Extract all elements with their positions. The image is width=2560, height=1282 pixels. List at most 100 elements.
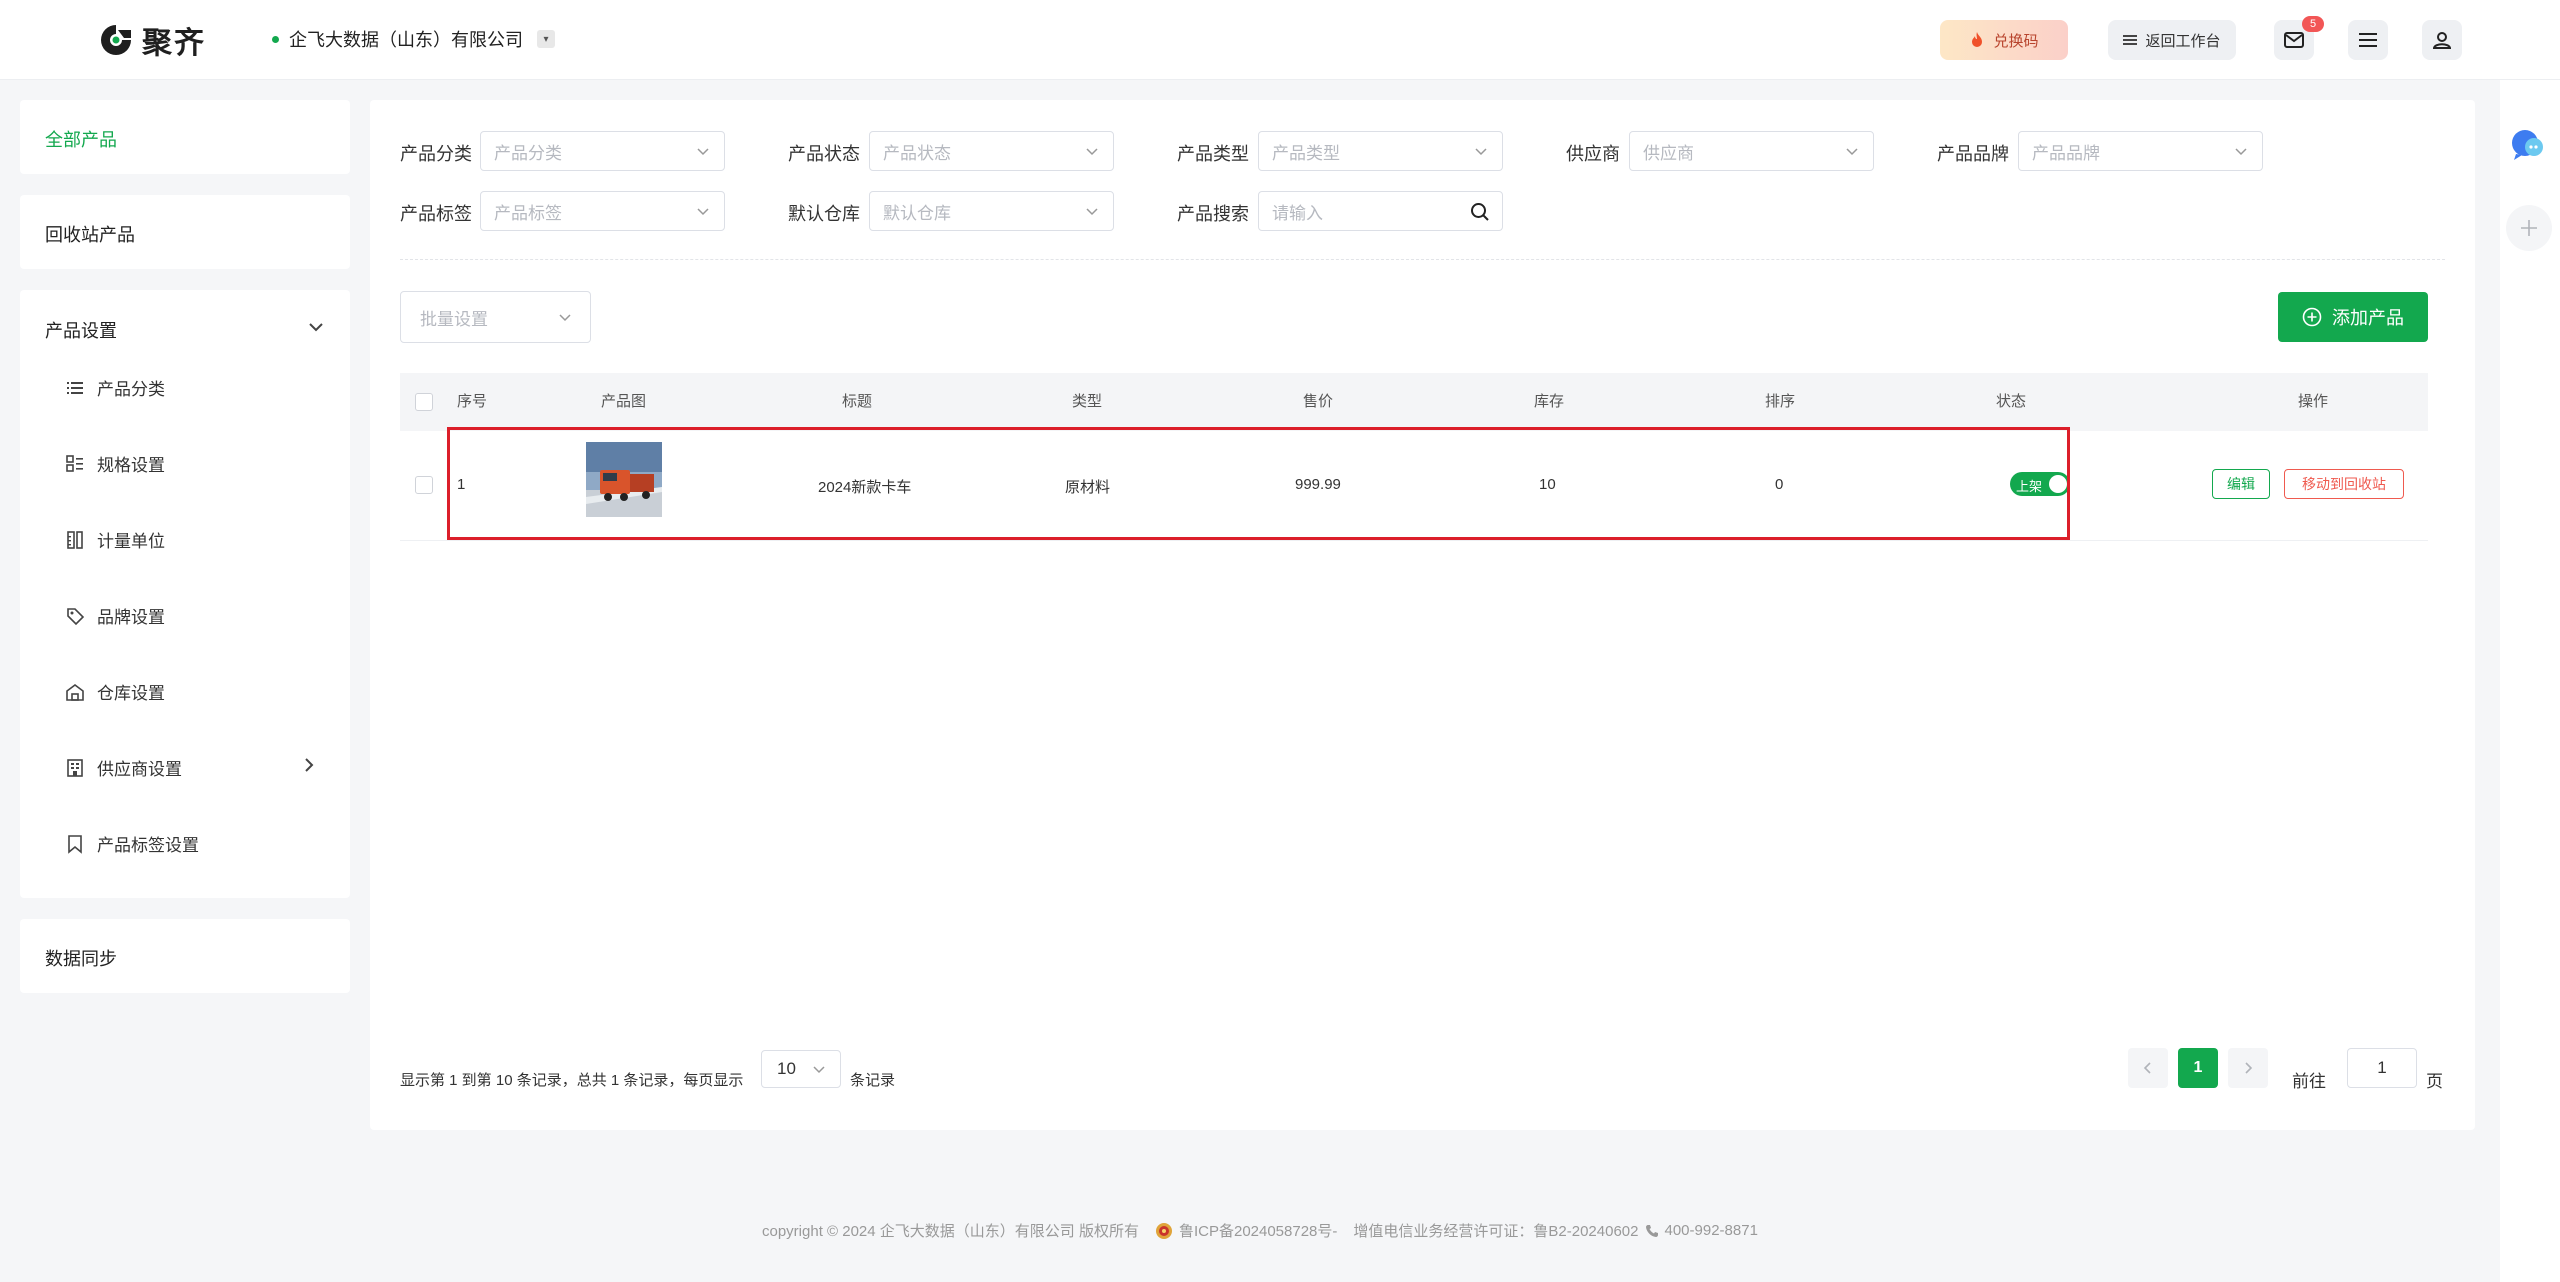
- batch-settings-select[interactable]: 批量设置: [400, 291, 591, 343]
- prev-page-button[interactable]: [2128, 1048, 2168, 1088]
- supplier-select[interactable]: 供应商: [1629, 131, 1874, 171]
- search-placeholder: 请输入: [1272, 203, 1323, 223]
- col-image: 产品图: [601, 393, 647, 410]
- chevron-right-icon[interactable]: [303, 757, 315, 773]
- filter-category-label: 产品分类: [400, 144, 472, 164]
- chevron-down-icon: [813, 1066, 825, 1074]
- sidebar-item-brand[interactable]: 品牌设置: [65, 603, 165, 628]
- brand-select[interactable]: 产品品牌: [2018, 131, 2263, 171]
- sidebar-item-label: 产品分类: [97, 380, 165, 399]
- status-select[interactable]: 产品状态: [869, 131, 1114, 171]
- tag-select[interactable]: 产品标签: [480, 191, 725, 231]
- plus-circle-icon: [2302, 307, 2322, 327]
- redeem-label: 兑换码: [1993, 32, 2039, 50]
- recycle-button-label: 移动到回收站: [2302, 476, 2386, 492]
- list-icon: [67, 381, 83, 394]
- category-select[interactable]: 产品分类: [480, 131, 725, 171]
- logo[interactable]: 聚齐: [98, 18, 206, 62]
- page-size-value: 10: [777, 1059, 796, 1078]
- type-select[interactable]: 产品类型: [1258, 131, 1503, 171]
- chevron-down-icon: [1086, 148, 1098, 156]
- search-icon[interactable]: [1470, 202, 1490, 222]
- current-page-number: 1: [2193, 1059, 2203, 1076]
- filter-tag-label: 产品标签: [400, 204, 472, 224]
- sidebar-item-label: 规格设置: [97, 456, 165, 475]
- sidebar-item-spec[interactable]: 规格设置: [65, 451, 165, 476]
- edit-label: 编辑: [2227, 476, 2255, 492]
- spec-icon: [66, 454, 83, 472]
- sidebar-item-data-sync[interactable]: 数据同步: [20, 919, 350, 993]
- sidebar-item-label: 产品标签设置: [97, 836, 199, 855]
- col-title: 标题: [842, 393, 873, 410]
- select-all-checkbox[interactable]: [415, 393, 433, 411]
- sidebar-item-supplier[interactable]: 供应商设置: [65, 755, 182, 780]
- all-products-label: 全部产品: [45, 130, 117, 150]
- chevron-down-icon: [559, 314, 571, 322]
- sidebar-item-all-products[interactable]: 全部产品: [20, 100, 350, 174]
- back-to-workbench-button[interactable]: 返回工作台: [2108, 20, 2236, 60]
- ruler-icon: [67, 530, 83, 549]
- license-text: 增值电信业务经营许可证：鲁B2-20240602: [1353, 1223, 1639, 1240]
- batch-placeholder: 批量设置: [420, 309, 488, 329]
- edit-button[interactable]: 编辑: [2212, 469, 2270, 499]
- move-to-recycle-button[interactable]: 移动到回收站: [2284, 469, 2404, 499]
- type-placeholder: 产品类型: [1272, 143, 1340, 163]
- chat-assistant-icon[interactable]: [2510, 128, 2546, 162]
- fire-icon: [1972, 32, 1983, 47]
- pagination-suffix: 条记录: [850, 1072, 896, 1089]
- chevron-right-icon: [2245, 1062, 2253, 1074]
- icp-link[interactable]: 鲁ICP备2024058728号-: [1179, 1220, 1337, 1241]
- main-panel: 产品分类 产品分类 产品状态 产品状态 产品类型 产品类型 供应商 供应商 产品…: [370, 100, 2475, 1130]
- chevron-down-icon: [1086, 208, 1098, 216]
- phone-icon: [1645, 1224, 1658, 1237]
- supplier-placeholder: 供应商: [1643, 143, 1694, 163]
- chevron-down-icon: [1475, 148, 1487, 156]
- sidebar-item-category[interactable]: 产品分类: [65, 375, 165, 400]
- police-badge-icon: [1155, 1222, 1172, 1239]
- sidebar-item-label: 计量单位: [97, 532, 165, 551]
- tag-placeholder: 产品标签: [494, 203, 562, 223]
- filter-warehouse-label: 默认仓库: [788, 204, 860, 224]
- col-index: 序号: [457, 393, 488, 410]
- page-size-select[interactable]: 10: [761, 1050, 841, 1088]
- sidebar-item-warehouse[interactable]: 仓库设置: [65, 679, 165, 704]
- add-shortcut-button[interactable]: [2506, 205, 2552, 251]
- redeem-code-button[interactable]: 兑换码: [1940, 20, 2068, 60]
- filter-supplier-label: 供应商: [1566, 144, 1620, 164]
- data-sync-label: 数据同步: [45, 949, 117, 969]
- warehouse-select[interactable]: 默认仓库: [869, 191, 1114, 231]
- user-button[interactable]: [2422, 20, 2462, 60]
- add-product-button[interactable]: 添加产品: [2278, 292, 2428, 342]
- user-icon: [2433, 32, 2451, 49]
- page-button-current[interactable]: 1: [2178, 1048, 2218, 1088]
- status-placeholder: 产品状态: [883, 143, 951, 163]
- phone-number: 400-992-8871: [1664, 1222, 1758, 1239]
- next-page-button[interactable]: [2228, 1048, 2268, 1088]
- company-name: 企飞大数据（山东）有限公司: [289, 30, 523, 50]
- sidebar-item-label: 品牌设置: [97, 608, 165, 627]
- col-stock: 库存: [1534, 393, 1565, 410]
- company-switcher[interactable]: 企飞大数据（山东）有限公司 ▾: [272, 26, 555, 52]
- sidebar-item-recycle[interactable]: 回收站产品: [20, 195, 350, 269]
- add-product-label: 添加产品: [2332, 308, 2404, 328]
- chevron-down-icon[interactable]: [308, 321, 324, 333]
- online-dot: [272, 35, 279, 43]
- settings-group-label[interactable]: 产品设置: [45, 317, 117, 343]
- copyright-text: copyright © 2024 企飞大数据（山东）有限公司 版权所有: [762, 1223, 1139, 1240]
- filter-status-label: 产品状态: [788, 144, 860, 164]
- search-input[interactable]: 请输入: [1258, 191, 1503, 231]
- row-checkbox[interactable]: [415, 476, 433, 494]
- sidebar-item-tags[interactable]: 产品标签设置: [65, 831, 199, 856]
- sidebar-item-unit[interactable]: 计量单位: [65, 527, 165, 552]
- caret-down-icon[interactable]: ▾: [537, 30, 555, 48]
- goto-page-input[interactable]: 1: [2347, 1048, 2417, 1088]
- filter-type-label: 产品类型: [1177, 144, 1249, 164]
- mail-icon: [2284, 32, 2304, 48]
- menu-button[interactable]: [2348, 20, 2388, 60]
- recycle-label: 回收站产品: [45, 225, 135, 245]
- col-type: 类型: [1072, 393, 1103, 410]
- building-icon: [67, 758, 83, 777]
- chevron-down-icon: [1846, 148, 1858, 156]
- category-placeholder: 产品分类: [494, 143, 562, 163]
- chevron-down-icon: [697, 208, 709, 216]
